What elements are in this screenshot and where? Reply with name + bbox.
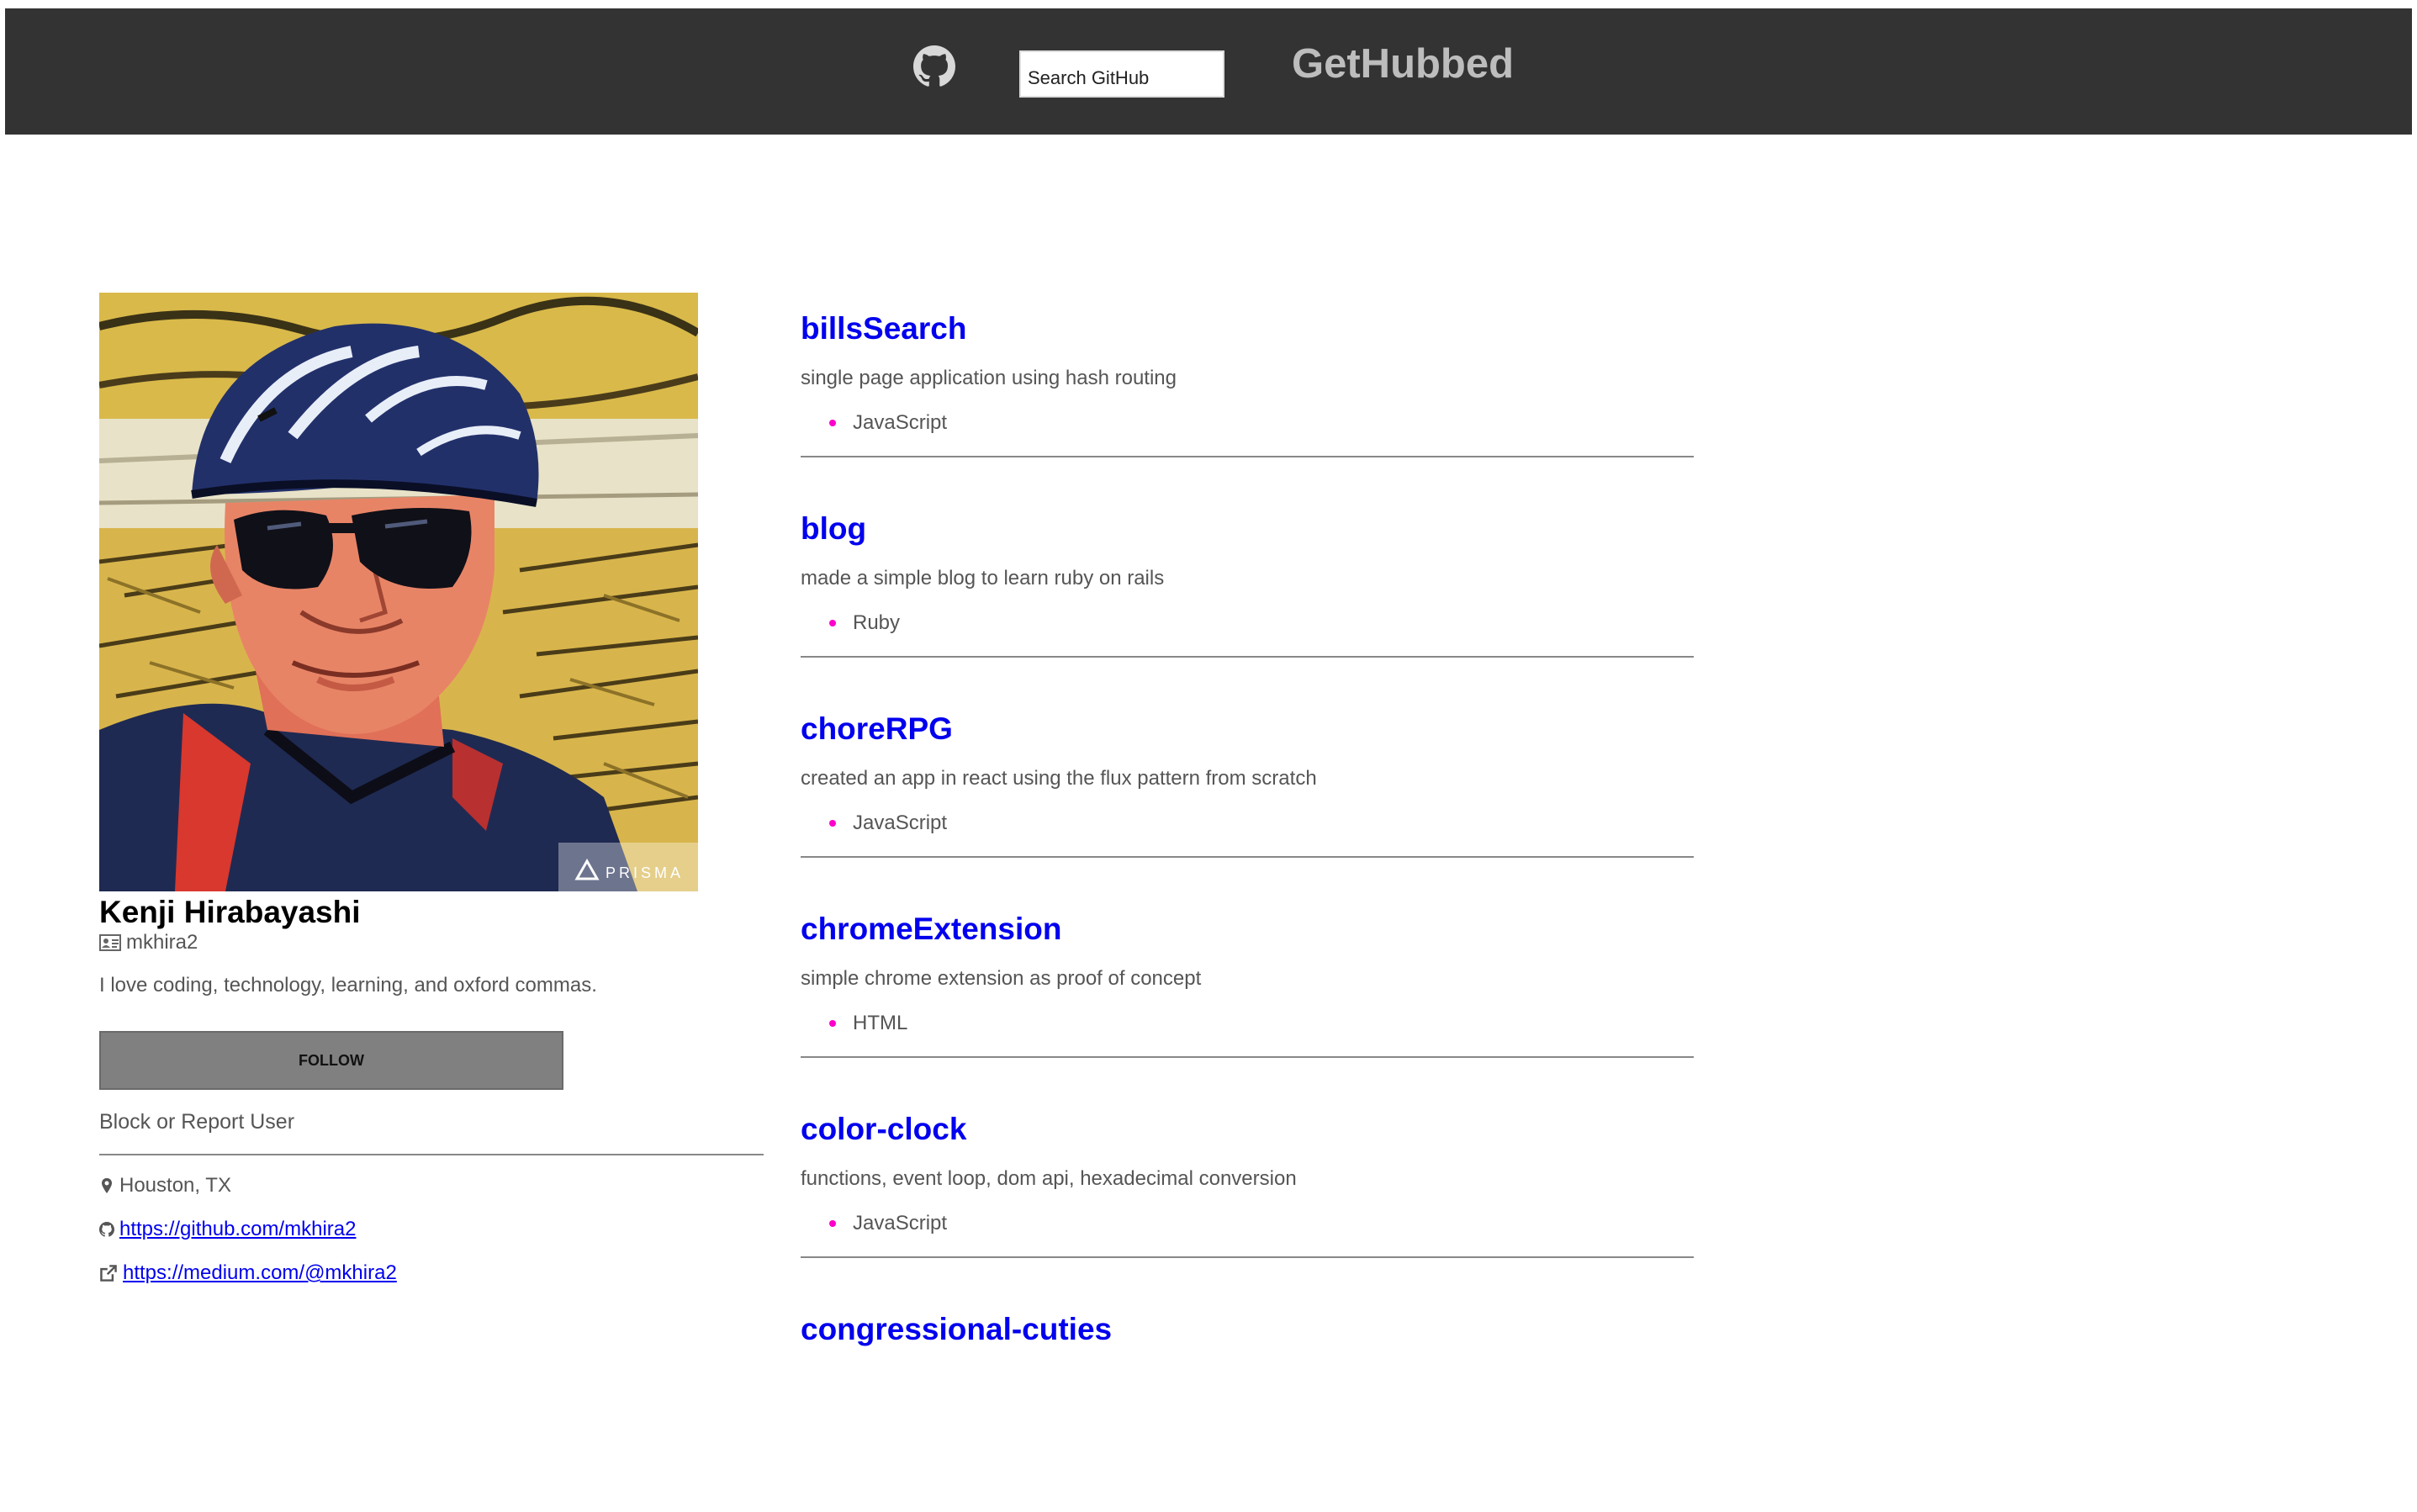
repo-item: chromeExtension simple chrome extension … [801,912,1694,1112]
repo-language-row: JavaScript [829,1211,947,1236]
repo-list: billsSearch single page application usin… [801,311,1694,1512]
repo-item: congressional-cuties [801,1312,1694,1512]
top-navbar: GetHubbed [5,8,2412,135]
repo-language-row: JavaScript [829,811,947,836]
repo-item: billsSearch single page application usin… [801,311,1694,511]
language-dot-icon [829,420,836,426]
sidebar-divider [99,1154,764,1155]
repo-name-link[interactable]: congressional-cuties [801,1312,1112,1347]
location-text: Houston, TX [119,1174,231,1197]
repo-description: simple chrome extension as proof of conc… [801,967,1202,990]
repo-divider [801,1256,1694,1258]
repo-language: JavaScript [853,812,948,834]
repo-item: blog made a simple blog to learn ruby on… [801,511,1694,711]
repo-description: functions, event loop, dom api, hexadeci… [801,1167,1297,1190]
follow-button[interactable]: FOLLOW [99,1031,563,1090]
profile-name: Kenji Hirabayashi [99,895,361,929]
language-dot-icon [829,1020,836,1027]
language-dot-icon [829,820,836,827]
repo-divider [801,656,1694,658]
repo-name-link[interactable]: chromeExtension [801,912,1061,947]
repo-language: JavaScript [853,1212,948,1234]
repo-item: color-clock functions, event loop, dom a… [801,1112,1694,1312]
website-url-link[interactable]: https://medium.com/@mkhira2 [123,1261,397,1285]
location-row: Houston, TX [99,1172,231,1199]
repo-name-link[interactable]: billsSearch [801,311,966,346]
repo-language: HTML [853,1012,908,1034]
repo-name-link[interactable]: color-clock [801,1112,966,1147]
block-report-link[interactable]: Block or Report User [99,1110,294,1134]
repo-language-row: Ruby [829,611,900,636]
brand-title: GetHubbed [1292,41,1515,87]
github-icon [99,1222,114,1237]
github-url-row: https://github.com/mkhira2 [99,1216,356,1243]
repo-divider [801,856,1694,858]
github-octocat-icon[interactable] [913,45,955,87]
repo-name-link[interactable]: blog [801,511,866,547]
website-url-row: https://medium.com/@mkhira2 [99,1260,397,1287]
repo-language-row: JavaScript [829,410,947,436]
profile-login-row: mkhira2 [99,930,198,955]
github-url-link[interactable]: https://github.com/mkhira2 [119,1218,356,1241]
repo-description: single page application using hash routi… [801,367,1177,389]
avatar: PRISMA [99,293,698,891]
language-dot-icon [829,1220,836,1227]
id-card-icon [99,934,121,951]
search-input[interactable] [1019,50,1224,98]
repo-divider [801,456,1694,457]
repo-name-link[interactable]: choreRPG [801,711,953,747]
repo-description: created an app in react using the flux p… [801,767,1317,790]
language-dot-icon [829,620,836,626]
repo-divider [801,1056,1694,1058]
repo-language: JavaScript [853,411,948,434]
repo-language-row: HTML [829,1011,907,1036]
repo-item: choreRPG created an app in react using t… [801,711,1694,912]
profile-login: mkhira2 [126,931,198,954]
repo-description: made a simple blog to learn ruby on rail… [801,567,1165,589]
prisma-watermark: PRISMA [606,864,684,881]
repo-language: Ruby [853,611,901,634]
external-link-icon [100,1265,117,1282]
map-marker-icon [102,1178,112,1193]
profile-bio: I love coding, technology, learning, and… [99,974,597,997]
